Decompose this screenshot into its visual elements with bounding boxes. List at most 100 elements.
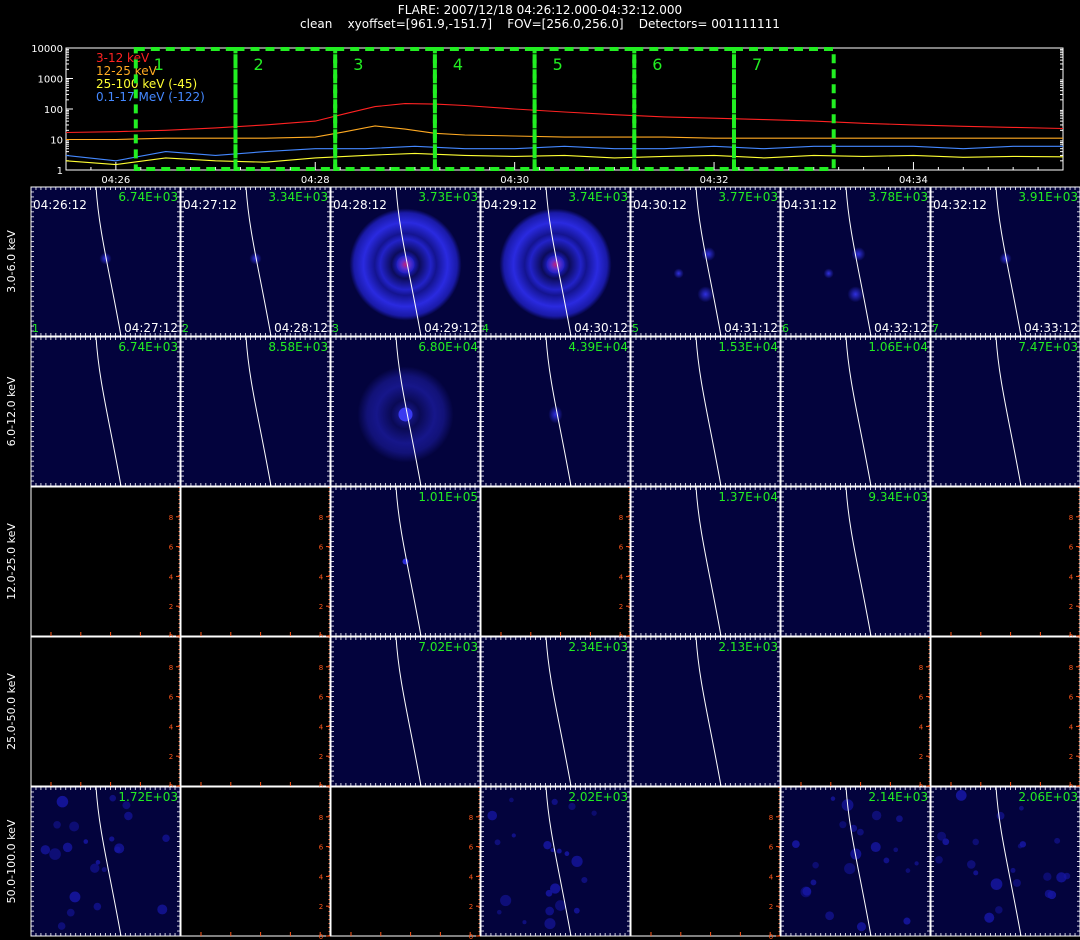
empty-panel-frame <box>630 786 781 937</box>
end-time: 04:29:12 <box>424 321 478 335</box>
noise-blob <box>93 902 102 911</box>
noise-blob <box>544 918 556 930</box>
empty-axis-label: 8 <box>919 664 923 672</box>
image-panel: 7.47E+03 <box>930 336 1080 487</box>
empty-axis-label: 2 <box>1069 603 1073 611</box>
start-time: 04:29:12 <box>483 198 537 212</box>
empty-axis-label: 6 <box>1069 544 1074 552</box>
row-energy-label: 25.0-50.0 keV <box>5 673 18 750</box>
legend-entry: 25-100 keV (-45) <box>96 77 197 91</box>
noise-blob <box>545 906 555 916</box>
panel-background <box>330 636 481 787</box>
peak-value: 6.74E+03 <box>118 190 178 204</box>
end-time: 04:31:12 <box>724 321 778 335</box>
noise-blob <box>56 795 69 808</box>
noise-blob <box>830 796 836 801</box>
peak-value: 8.58E+03 <box>268 340 328 354</box>
image-panel: 2.14E+03 <box>780 786 931 937</box>
empty-axis-label: 4 <box>619 573 624 581</box>
image-panel: 1.53E+04 <box>630 336 781 487</box>
end-time: 04:33:12 <box>1024 321 1078 335</box>
image-panel: 2.02E+03 <box>480 786 631 937</box>
empty-panel-frame <box>330 786 481 937</box>
empty-axis-label: 4 <box>769 873 774 881</box>
panel-background <box>30 786 181 937</box>
empty-axis-label: 4 <box>319 873 324 881</box>
start-time: 04:32:12 <box>933 198 987 212</box>
peak-value: 2.02E+03 <box>568 790 628 804</box>
empty-axis-label: 8 <box>1069 664 1073 672</box>
image-panel: 02468 <box>30 486 181 641</box>
empty-panel-frame <box>930 636 1080 787</box>
noise-blob <box>844 862 856 875</box>
noise-blob <box>69 891 81 903</box>
empty-axis-label: 6 <box>169 694 174 702</box>
empty-axis-label: 8 <box>319 514 323 522</box>
panel-background <box>480 636 631 787</box>
empty-panel-frame <box>180 636 331 787</box>
source-blob <box>701 247 716 262</box>
image-panel: 2.13E+03 <box>630 636 781 787</box>
x-tick-label: 04:28 <box>301 175 330 185</box>
noise-blob <box>812 861 819 869</box>
noise-blob <box>972 838 980 846</box>
empty-axis-label: 6 <box>1069 694 1074 702</box>
noise-blob <box>792 840 800 848</box>
noise-blob <box>83 839 89 844</box>
empty-axis-label: 4 <box>469 873 474 881</box>
y-tick-label: 10000 <box>31 44 63 55</box>
peak-value: 1.53E+04 <box>718 340 778 354</box>
empty-axis-label: 4 <box>319 723 324 731</box>
interval-label: 1 <box>154 55 164 74</box>
empty-axis-label: 2 <box>319 603 323 611</box>
x-tick-label: 04:32 <box>700 175 729 185</box>
noise-blob <box>573 907 580 914</box>
image-panel: 02468 <box>630 786 781 940</box>
noise-blob <box>1019 841 1027 848</box>
image-panel: 6.74E+03 04:26:12 04:27:12 1 <box>30 186 181 337</box>
noise-blob <box>896 815 903 823</box>
panel-background <box>780 786 931 937</box>
interval-box <box>632 47 736 171</box>
empty-axis-label: 8 <box>319 814 323 822</box>
image-panel: 02468 <box>930 636 1080 791</box>
end-time: 04:27:12 <box>124 321 178 335</box>
panel-background <box>930 336 1080 487</box>
interval-box <box>233 47 338 171</box>
legend-entry: 3-12 keV <box>96 51 150 65</box>
image-panel: 3.78E+03 04:31:12 04:32:12 6 <box>780 186 931 337</box>
row-energy-label: 12.0-25.0 keV <box>5 523 18 600</box>
empty-axis-label: 2 <box>319 753 323 761</box>
empty-panel-frame <box>780 636 931 787</box>
y-tick-label: 10 <box>50 136 63 147</box>
noise-blob <box>500 894 512 907</box>
noise-blob <box>109 794 117 802</box>
noise-blob <box>564 851 570 857</box>
noise-blob <box>494 839 501 846</box>
flare-title: FLARE: 2007/12/18 04:26:12.000-04:32:12.… <box>397 3 683 17</box>
noise-blob <box>839 821 847 829</box>
image-panel: 3.77E+03 04:30:12 04:31:12 5 <box>630 186 781 337</box>
start-time: 04:26:12 <box>33 198 87 212</box>
row-energy-label: 50.0-100.0 keV <box>5 819 18 903</box>
noise-blob <box>905 868 911 873</box>
lightcurve-chart: 1 10 100 1000 10000 04:26 04:28 04:30 04:32 04:34… <box>31 44 1064 185</box>
noise-blob <box>543 841 552 850</box>
empty-axis-label: 6 <box>319 544 324 552</box>
empty-axis-label: 8 <box>469 814 473 822</box>
noise-blob <box>509 797 514 803</box>
start-time: 04:28:12 <box>333 198 387 212</box>
end-time: 04:30:12 <box>574 321 628 335</box>
image-parameters: clean xyoffset=[961.9,-151.7] FOV=[256.0… <box>300 17 780 31</box>
noise-blob <box>69 821 80 832</box>
core-source <box>396 255 415 274</box>
noise-blob <box>162 834 170 842</box>
empty-axis-label: 6 <box>319 694 324 702</box>
panel-background <box>630 486 781 637</box>
noise-blob <box>1063 872 1071 880</box>
empty-axis-label: 2 <box>769 903 773 911</box>
panel-index: 2 <box>182 322 189 335</box>
peak-value: 3.91E+03 <box>1018 190 1078 204</box>
panel-background <box>30 336 181 487</box>
image-panel: 9.34E+03 <box>780 486 931 637</box>
